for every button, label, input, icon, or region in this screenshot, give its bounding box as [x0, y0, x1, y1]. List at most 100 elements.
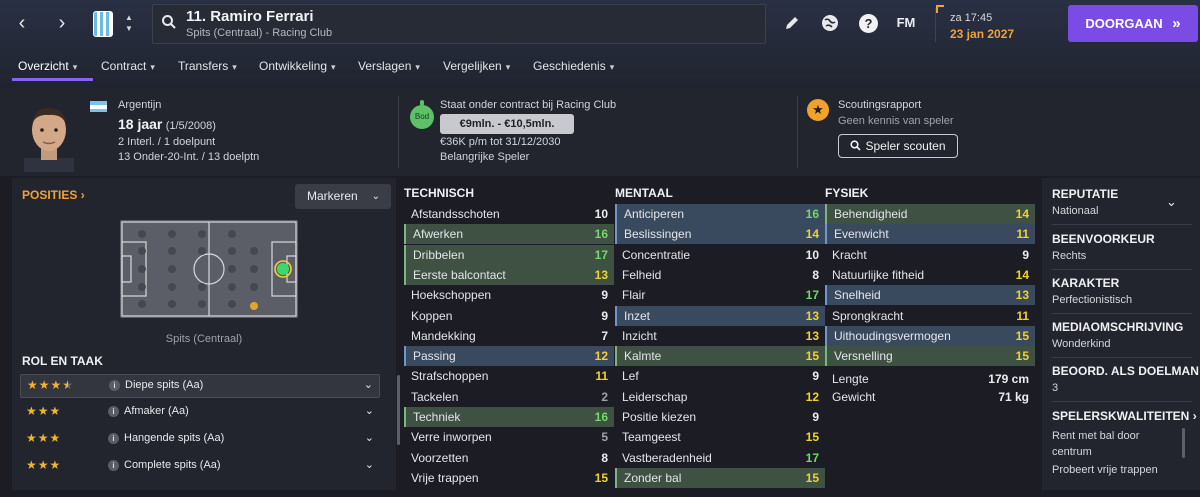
- attribute-row[interactable]: Techniek 16: [404, 407, 614, 427]
- role-row[interactable]: ★★★ i Afmaker (Aa) ⌄: [20, 401, 380, 425]
- attribute-row[interactable]: Passing 12: [404, 346, 614, 367]
- attribute-name: Tackelen: [411, 389, 459, 404]
- attribute-row[interactable]: Vrije trappen 15: [404, 468, 614, 488]
- chevron-down-icon[interactable]: ⌄: [365, 458, 374, 471]
- divider: [398, 96, 399, 168]
- attribute-row[interactable]: Leiderschap 12: [615, 387, 825, 407]
- positions-panel: POSITIES › Markeren ⌄ Spits (Centraal) RO…: [12, 178, 400, 490]
- club-switch-arrows-icon[interactable]: ▲ ▼: [124, 12, 134, 34]
- positions-title[interactable]: POSITIES ›: [22, 188, 85, 202]
- chevron-down-icon: ▾: [505, 62, 511, 72]
- attribute-row[interactable]: Natuurlijke fitheid 14: [825, 265, 1035, 285]
- trait-item: Probeert vrije trappen: [1052, 464, 1158, 476]
- player-traits-title[interactable]: SPELERSKWALITEITEN ›: [1052, 409, 1197, 423]
- attribute-row[interactable]: Zonder bal 15: [615, 467, 825, 488]
- chevron-down-icon[interactable]: ⌄: [364, 378, 373, 391]
- back-arrow-icon[interactable]: ‹: [10, 11, 34, 35]
- scout-player-button[interactable]: Speler scouten: [838, 134, 958, 158]
- info-icon[interactable]: i: [108, 406, 119, 417]
- chevron-down-icon[interactable]: ⌄: [365, 431, 374, 444]
- chevron-down-icon[interactable]: ⌄: [365, 404, 374, 417]
- attribute-row[interactable]: Voorzetten 8: [404, 448, 614, 468]
- attribute-row[interactable]: Uithoudingsvermogen 15: [825, 325, 1035, 346]
- tab-transfers[interactable]: Transfers ▾: [178, 59, 237, 73]
- edit-pencil-icon[interactable]: [783, 14, 801, 32]
- roles-scrollbar[interactable]: [397, 375, 400, 445]
- info-icon[interactable]: i: [108, 433, 119, 444]
- bid-button[interactable]: Bod: [410, 100, 434, 129]
- attribute-row[interactable]: Dribbelen 17: [404, 244, 614, 265]
- attribute-row[interactable]: Snelheid 13: [825, 285, 1035, 306]
- attribute-row[interactable]: Tackelen 2: [404, 387, 614, 407]
- traits-scrollbar[interactable]: [1182, 428, 1185, 458]
- attribute-row[interactable]: Inzicht 13: [615, 326, 825, 346]
- tab-ontwikkeling[interactable]: Ontwikkeling ▾: [259, 59, 336, 73]
- weight-label: Gewicht: [832, 390, 876, 404]
- tab-contract[interactable]: Contract ▾: [101, 59, 155, 73]
- fm-menu-button[interactable]: FM: [892, 12, 920, 34]
- attribute-row[interactable]: Strafschoppen 11: [404, 366, 614, 386]
- chevron-down-icon: ▾: [331, 62, 336, 72]
- scouting-star-icon: ★: [807, 99, 829, 121]
- attribute-row[interactable]: Lef 9: [615, 366, 825, 386]
- tab-label: Transfers: [178, 59, 229, 73]
- attribute-row[interactable]: Eerste balcontact 13: [404, 264, 614, 285]
- player-subtitle: Spits (Centraal) - Racing Club: [186, 27, 333, 39]
- attribute-row[interactable]: Vastberadenheid 17: [615, 448, 825, 468]
- attribute-row[interactable]: Koppen 9: [404, 306, 614, 326]
- role-rating-stars: ★★★★: [27, 378, 75, 392]
- height-value: 179 cm: [988, 372, 1029, 386]
- attribute-row[interactable]: Versnelling 15: [825, 346, 1035, 367]
- club-crest-icon[interactable]: [93, 11, 113, 37]
- game-date: 23 jan 2027: [950, 27, 1015, 41]
- attribute-row[interactable]: Inzet 13: [615, 305, 825, 326]
- attribute-row[interactable]: Afwerken 16: [404, 224, 614, 245]
- search-icon[interactable]: [161, 14, 177, 30]
- attribute-row[interactable]: Behendigheid 14: [825, 204, 1035, 224]
- continue-button[interactable]: DOORGAAN »: [1068, 5, 1198, 42]
- attribute-row[interactable]: Mandekking 7: [404, 326, 614, 346]
- role-name: Complete spits (Aa): [124, 459, 221, 471]
- attribute-row[interactable]: Verre inworpen 5: [404, 427, 614, 447]
- attribute-name: Eerste balcontact: [413, 267, 506, 282]
- chevron-down-icon[interactable]: ⌄: [1166, 194, 1177, 210]
- attribute-value: 7: [601, 328, 608, 343]
- attribute-row[interactable]: Concentratie 10: [615, 245, 825, 265]
- info-icon[interactable]: i: [108, 460, 119, 471]
- attribute-name: Techniek: [413, 410, 461, 424]
- tab-overzicht[interactable]: Overzicht ▾: [18, 59, 77, 73]
- active-tab-indicator: [12, 78, 93, 81]
- player-name: 11. Ramiro Ferrari: [186, 8, 314, 25]
- info-icon[interactable]: i: [109, 380, 120, 391]
- tab-vergelijken[interactable]: Vergelijken ▾: [443, 59, 510, 73]
- attribute-row[interactable]: Positie kiezen 9: [615, 407, 825, 427]
- attribute-row[interactable]: Teamgeest 15: [615, 427, 825, 447]
- attribute-row[interactable]: Flair 17: [615, 285, 825, 305]
- attribute-row[interactable]: Evenwicht 11: [825, 224, 1035, 245]
- tab-verslagen[interactable]: Verslagen ▾: [358, 59, 420, 73]
- media-description-title: MEDIAOMSCHRIJVING: [1052, 320, 1184, 334]
- attribute-row[interactable]: Kalmte 15: [615, 346, 825, 367]
- attribute-value: 5: [601, 430, 608, 445]
- chevron-right-icon: ›: [1192, 409, 1197, 423]
- help-icon[interactable]: ?: [859, 14, 878, 33]
- attribute-row[interactable]: Afstandsschoten 10: [404, 204, 614, 224]
- attribute-row[interactable]: Hoekschoppen 9: [404, 285, 614, 305]
- forward-arrow-icon[interactable]: ›: [50, 11, 74, 35]
- attribute-row[interactable]: Felheid 8: [615, 265, 825, 285]
- attribute-row[interactable]: Sprongkracht 11: [825, 306, 1035, 326]
- game-time: za 17:45: [950, 12, 993, 24]
- role-row[interactable]: ★★★ i Complete spits (Aa) ⌄: [20, 455, 380, 479]
- role-row[interactable]: ★★★★ i Diepe spits (Aa) ⌄: [20, 374, 380, 398]
- attribute-row[interactable]: Beslissingen 14: [615, 224, 825, 245]
- highlight-dropdown[interactable]: Markeren ⌄: [295, 184, 391, 209]
- globe-icon[interactable]: [819, 12, 841, 34]
- attribute-row[interactable]: Anticiperen 16: [615, 204, 825, 224]
- role-row[interactable]: ★★★ i Hangende spits (Aa) ⌄: [20, 428, 380, 452]
- attribute-name: Teamgeest: [622, 430, 681, 445]
- attribute-value: 14: [1015, 267, 1029, 282]
- divider: [1052, 357, 1192, 358]
- tab-geschiedenis[interactable]: Geschiedenis ▾: [533, 59, 614, 73]
- attribute-row[interactable]: Kracht 9: [825, 245, 1035, 265]
- media-description-value: Wonderkind: [1052, 338, 1111, 350]
